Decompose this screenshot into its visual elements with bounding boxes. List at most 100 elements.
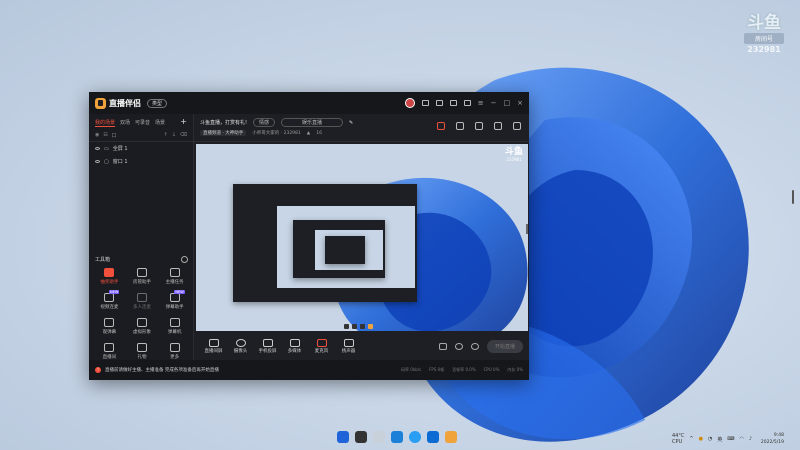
tool-danmaku-machine[interactable]: 弹幕机	[158, 318, 191, 335]
tab-1[interactable]: 双场	[120, 119, 130, 127]
toolbox-collapse-icon[interactable]	[181, 256, 188, 263]
toolbox-grid: 抽奖助手 房管助手 主播任务 NEW 视频连麦 多人连麦 NEW 弹幕助手 观弹幕 …	[93, 268, 191, 360]
skin-icon[interactable]	[449, 100, 457, 106]
app-badge[interactable]: 类型	[147, 98, 168, 108]
phone-icon	[262, 338, 273, 347]
input-lang[interactable]: 英	[717, 436, 722, 443]
share-screen-icon[interactable]	[475, 122, 483, 130]
danmaku-machine-icon	[169, 318, 180, 327]
menu-icon[interactable]: ≡	[478, 99, 484, 107]
eye-icon[interactable]	[95, 147, 100, 150]
task-icon	[169, 268, 180, 277]
room-title[interactable]: 斗鱼直播，打赏有礼!	[200, 119, 247, 126]
scene-item[interactable]: ▭ 全屏 1	[89, 142, 193, 155]
live-effect-icon[interactable]	[454, 342, 463, 350]
message-icon[interactable]	[421, 100, 429, 106]
tab-3[interactable]: 场景	[155, 119, 165, 127]
weather-widget[interactable]: 44°C CPU	[672, 433, 684, 445]
gift-icon[interactable]	[435, 100, 443, 106]
category-pill[interactable]: 情感	[253, 118, 276, 127]
app-logo: 直播伴侣	[95, 97, 141, 109]
desktop-scrollbar[interactable]	[792, 190, 794, 204]
status-message: 直播前请做好主播、主播准备 完成各项准备后再开始直播	[105, 368, 219, 373]
record-icon[interactable]	[438, 342, 447, 350]
stats-row: 码率 0kb/s FPS 0帧 丢帧率 0.0% CPU 0% 内存 0%	[401, 367, 523, 372]
tray-network-icon[interactable]: ◔	[708, 436, 712, 442]
camera-button[interactable]: 摄像头	[227, 338, 254, 354]
up-icon[interactable]: ↑	[164, 132, 168, 139]
tray-chevron-icon[interactable]: ^	[689, 436, 693, 442]
virtual-avatar-icon	[136, 318, 147, 327]
wifi-icon[interactable]: ◠	[740, 436, 744, 442]
search-icon[interactable]	[355, 431, 367, 443]
avatar[interactable]	[404, 98, 415, 108]
time: 9:48	[773, 433, 784, 438]
store-icon[interactable]	[427, 431, 439, 443]
gift-tool-icon	[136, 343, 147, 352]
tab-0[interactable]: 我的场景	[95, 119, 116, 127]
stream-preview[interactable]: 斗鱼 232981	[196, 144, 528, 331]
date: 2022/5/19	[760, 440, 784, 445]
tool-task[interactable]: 主播任务	[158, 268, 191, 285]
start-live-button[interactable]: 开始直播	[486, 339, 523, 353]
settings-gear-icon[interactable]	[470, 342, 479, 350]
tool-lottery[interactable]: 抽奖助手	[93, 268, 126, 285]
preview-scrollbar[interactable]	[526, 224, 528, 234]
mic-button[interactable]: 麦克风	[308, 338, 335, 354]
add-scene-button[interactable]: +	[180, 118, 187, 127]
douyu-logo: 斗鱼	[747, 13, 781, 33]
douyu-watermark: 斗鱼 房间号 232981	[744, 14, 784, 54]
browser-icon[interactable]	[409, 431, 421, 443]
tab-2[interactable]: 可录音	[135, 119, 150, 127]
tool-room[interactable]: 直播间	[93, 343, 126, 360]
edit-icon[interactable]: ✎	[349, 120, 353, 126]
tool-admin[interactable]: 房管助手	[126, 268, 159, 285]
tool-more[interactable]: 更多	[158, 343, 191, 360]
tool-gift[interactable]: 礼物	[126, 343, 159, 360]
scene-item[interactable]: ▢ 窗口 1	[89, 155, 193, 168]
close-icon[interactable]: ×	[517, 99, 523, 107]
taskbar-apps	[337, 431, 457, 443]
tool-video-link[interactable]: NEW 视频连麦	[93, 290, 126, 310]
keyboard-icon[interactable]: ⌨	[727, 436, 734, 442]
phone-cast-button[interactable]: 手机投屏	[254, 338, 281, 354]
speaker-button[interactable]: 扬声器	[335, 338, 362, 354]
delete-icon[interactable]: ⌫	[180, 132, 187, 139]
lock-icon[interactable]: ⊟	[103, 132, 107, 139]
streaming-app-icon[interactable]	[445, 431, 457, 443]
status-pill[interactable]: 娱乐直播	[281, 118, 344, 127]
app-logo-icon	[95, 97, 106, 109]
minimize-icon[interactable]: −	[491, 99, 497, 107]
gift-box-icon[interactable]	[437, 122, 445, 130]
category-chip[interactable]: 直播频道 · 大神助手	[200, 130, 247, 136]
microphone-icon	[316, 338, 327, 347]
media-button[interactable]: 多媒体	[281, 338, 308, 354]
clock[interactable]: 9:48 2022/5/19	[761, 432, 784, 446]
tool-multi-link[interactable]: 多人连麦	[126, 293, 159, 310]
warning-icon: !	[95, 367, 101, 373]
bell-icon[interactable]	[494, 122, 502, 130]
screen-capture-button[interactable]: 直播间屏	[200, 338, 227, 354]
source-toolbar: 直播间屏 摄像头 手机投屏 多媒体 麦克风 扬声器 开始直播	[194, 332, 529, 360]
edge-icon[interactable]	[391, 431, 403, 443]
toolbox-header: 工具箱	[95, 256, 188, 263]
share-icon[interactable]	[513, 122, 521, 130]
tool-view-danmaku[interactable]: 观弹幕	[93, 318, 126, 335]
monitor-icon: ▭	[104, 145, 109, 152]
tool-danmaku[interactable]: NEW 弹幕助手	[158, 290, 191, 310]
visible-icon[interactable]: ◉	[95, 132, 99, 139]
down-icon[interactable]: ↓	[172, 132, 176, 139]
maximize-icon[interactable]: □	[504, 99, 511, 107]
media-icon	[289, 338, 300, 347]
feedback-icon[interactable]	[463, 100, 471, 106]
task-view-icon[interactable]	[373, 431, 385, 443]
tray-app-icon[interactable]: ●	[699, 436, 703, 442]
scene-label: 全屏 1	[112, 146, 128, 152]
eye-icon[interactable]	[95, 160, 100, 163]
start-icon[interactable]	[337, 431, 349, 443]
tool-avatar[interactable]: 虚拟形象	[126, 318, 159, 335]
volume-icon[interactable]: ♪	[749, 436, 752, 442]
lock-room-icon[interactable]	[456, 122, 464, 130]
scene-tool-0[interactable]: 口	[112, 132, 117, 139]
bottom-right-actions: 开始直播	[438, 339, 523, 353]
